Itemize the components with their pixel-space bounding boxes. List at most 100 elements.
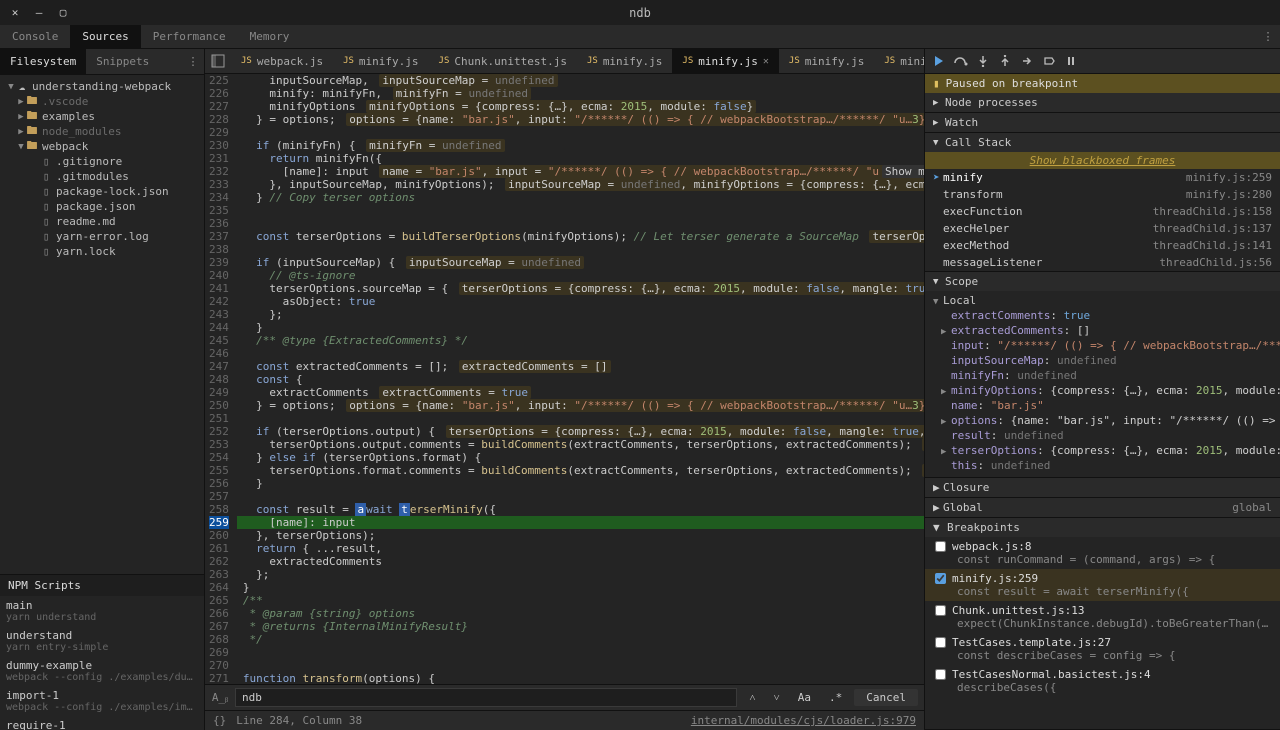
scope-variable[interactable]: inputSourceMap: undefined: [925, 353, 1280, 368]
breakpoint-checkbox[interactable]: [935, 605, 946, 616]
line-number[interactable]: 244: [209, 321, 229, 334]
breakpoint-item[interactable]: TestCases.template.js:27const describeCa…: [925, 633, 1280, 665]
scope-variable[interactable]: ▶extractedComments: []: [925, 323, 1280, 338]
line-number[interactable]: 231: [209, 152, 229, 165]
breakpoint-item[interactable]: webpack.js:8const runCommand = (command,…: [925, 537, 1280, 569]
step-over-icon[interactable]: [951, 51, 971, 71]
pause-on-exceptions-icon[interactable]: [1061, 51, 1081, 71]
line-number[interactable]: 266: [209, 607, 229, 620]
find-prev-icon[interactable]: ˄: [743, 689, 761, 706]
window-close-icon[interactable]: ✕: [8, 6, 22, 20]
editor-tab[interactable]: JSwebpack.js: [231, 49, 333, 73]
line-number[interactable]: 233: [209, 178, 229, 191]
line-number[interactable]: 263: [209, 568, 229, 581]
editor-tab[interactable]: JSminify.js: [874, 49, 924, 73]
scope-closure[interactable]: ▶Closure: [925, 477, 1280, 497]
line-number[interactable]: 243: [209, 308, 229, 321]
match-case-toggle[interactable]: Aa: [792, 689, 817, 706]
breakpoint-item[interactable]: Chunk.unittest.js:13expect(ChunkInstance…: [925, 601, 1280, 633]
line-number[interactable]: 255: [209, 464, 229, 477]
breakpoint-checkbox[interactable]: [935, 573, 946, 584]
line-number[interactable]: 259: [209, 516, 229, 529]
editor-tab[interactable]: JSminify.js: [577, 49, 672, 73]
line-number[interactable]: 246: [209, 347, 229, 360]
line-number[interactable]: 253: [209, 438, 229, 451]
section-callstack[interactable]: ▼Call Stack: [925, 133, 1280, 152]
breakpoint-item[interactable]: TestCasesNormal.basictest.js:4describeCa…: [925, 665, 1280, 697]
section-node-processes[interactable]: ▶Node processes: [925, 93, 1280, 112]
gutter[interactable]: 2252262272282292302312322332342352362372…: [205, 74, 237, 684]
line-number[interactable]: 247: [209, 360, 229, 373]
find-input[interactable]: [235, 688, 737, 707]
line-number[interactable]: 252: [209, 425, 229, 438]
line-number[interactable]: 236: [209, 217, 229, 230]
scope-variable[interactable]: result: undefined: [925, 428, 1280, 443]
section-breakpoints[interactable]: ▼Breakpoints: [925, 518, 1280, 537]
line-number[interactable]: 260: [209, 529, 229, 542]
line-number[interactable]: 257: [209, 490, 229, 503]
show-blackboxed-link[interactable]: Show blackboxed frames: [925, 152, 1280, 169]
scope-variable[interactable]: extractComments: true: [925, 308, 1280, 323]
line-number[interactable]: 225: [209, 74, 229, 87]
line-number[interactable]: 239: [209, 256, 229, 269]
source-origin[interactable]: internal/modules/cjs/loader.js:979: [691, 714, 916, 727]
breakpoint-item[interactable]: minify.js:259const result = await terser…: [925, 569, 1280, 601]
deactivate-breakpoints-icon[interactable]: [1039, 51, 1059, 71]
code-editor[interactable]: 2252262272282292302312322332342352362372…: [205, 74, 924, 684]
line-number[interactable]: 262: [209, 555, 229, 568]
resume-icon[interactable]: [929, 51, 949, 71]
line-number[interactable]: 248: [209, 373, 229, 386]
line-number[interactable]: 270: [209, 659, 229, 672]
line-number[interactable]: 254: [209, 451, 229, 464]
tree-item[interactable]: ▯readme.md: [0, 214, 204, 229]
tree-item[interactable]: ▯.gitmodules: [0, 169, 204, 184]
section-watch[interactable]: ▶Watch: [925, 113, 1280, 132]
step-out-icon[interactable]: [995, 51, 1015, 71]
tab-performance[interactable]: Performance: [141, 25, 238, 48]
line-number[interactable]: 250: [209, 399, 229, 412]
line-number[interactable]: 241: [209, 282, 229, 295]
line-number[interactable]: 227: [209, 100, 229, 113]
editor-tab[interactable]: JSChunk.unittest.js: [429, 49, 577, 73]
tree-item[interactable]: ▯yarn.lock: [0, 244, 204, 259]
scope-variable[interactable]: ▶minifyOptions: {compress: {…}, ecma: 20…: [925, 383, 1280, 398]
npm-script-item[interactable]: dummy-examplewebpack --config ./examples…: [0, 656, 204, 686]
tree-item[interactable]: ▯yarn-error.log: [0, 229, 204, 244]
tree-item[interactable]: ▯package.json: [0, 199, 204, 214]
subtab-overflow-icon[interactable]: ⋮: [182, 49, 204, 74]
editor-tab[interactable]: JSminify.js✕: [672, 49, 778, 73]
line-number[interactable]: 258: [209, 503, 229, 516]
line-number[interactable]: 268: [209, 633, 229, 646]
line-number[interactable]: 234: [209, 191, 229, 204]
stack-frame[interactable]: execHelperthreadChild.js:137: [925, 220, 1280, 237]
line-number[interactable]: 242: [209, 295, 229, 308]
find-cancel-button[interactable]: Cancel: [854, 689, 918, 706]
tab-sources[interactable]: Sources: [70, 25, 140, 48]
overflow-menu-icon[interactable]: ⋮: [1256, 25, 1280, 48]
line-number[interactable]: 226: [209, 87, 229, 100]
npm-script-item[interactable]: require-1webpack --config ./examples/req…: [0, 716, 204, 730]
scope-variable[interactable]: input: "/******/ (() => { // webpackBoot…: [925, 338, 1280, 353]
breakpoint-checkbox[interactable]: [935, 637, 946, 648]
stack-frame[interactable]: transformminify.js:280: [925, 186, 1280, 203]
line-number[interactable]: 237: [209, 230, 229, 243]
line-number[interactable]: 238: [209, 243, 229, 256]
scope-variable[interactable]: ▶terserOptions: {compress: {…}, ecma: 20…: [925, 443, 1280, 458]
scope-variable[interactable]: minifyFn: undefined: [925, 368, 1280, 383]
breakpoint-checkbox[interactable]: [935, 669, 946, 680]
scope-local-label[interactable]: Local: [943, 294, 976, 307]
npm-script-item[interactable]: import-1webpack --config ./examples/impo…: [0, 686, 204, 716]
find-next-icon[interactable]: ˅: [768, 689, 786, 706]
window-maximize-icon[interactable]: ▢: [56, 6, 70, 20]
step-into-icon[interactable]: [973, 51, 993, 71]
breakpoint-checkbox[interactable]: [935, 541, 946, 552]
navigator-toggle-icon[interactable]: [205, 49, 231, 73]
subtab-filesystem[interactable]: Filesystem: [0, 49, 86, 74]
tree-item[interactable]: ▼🖿webpack: [0, 139, 204, 154]
scope-variable[interactable]: ▶options: {name: "bar.js", input: "/****…: [925, 413, 1280, 428]
line-number[interactable]: 228: [209, 113, 229, 126]
stack-frame[interactable]: execMethodthreadChild.js:141: [925, 237, 1280, 254]
stack-frame[interactable]: execFunctionthreadChild.js:158: [925, 203, 1280, 220]
npm-script-item[interactable]: understandyarn entry-simple: [0, 626, 204, 656]
window-minimize-icon[interactable]: —: [32, 6, 46, 20]
